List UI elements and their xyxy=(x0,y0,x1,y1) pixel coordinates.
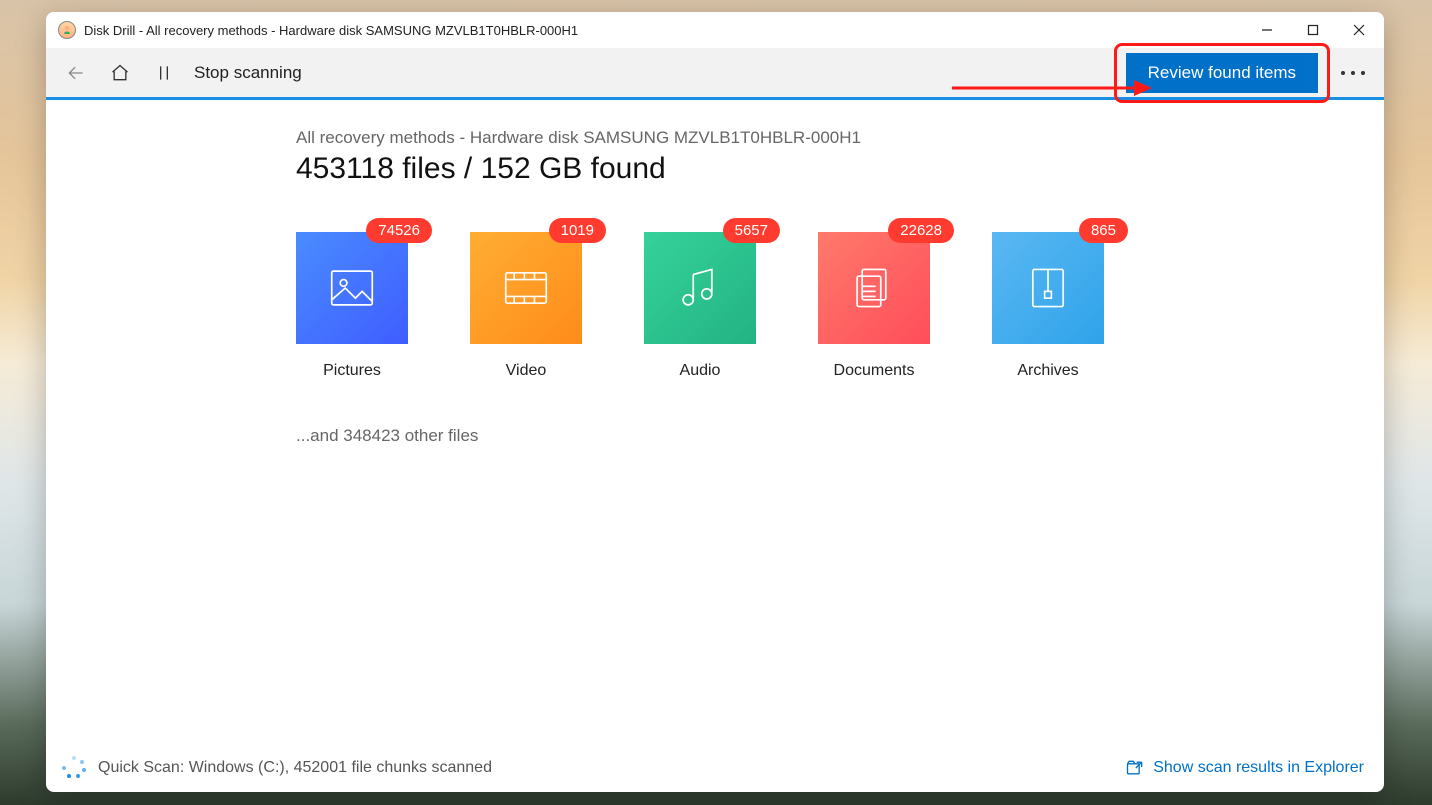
pause-button[interactable] xyxy=(144,53,184,93)
documents-label: Documents xyxy=(834,362,915,380)
audio-count-badge: 5657 xyxy=(723,218,780,243)
stop-scanning-label[interactable]: Stop scanning xyxy=(194,63,302,83)
found-summary: 453118 files / 152 GB found xyxy=(296,152,1384,186)
category-audio[interactable]: 5657 Audio xyxy=(644,232,756,380)
category-archives[interactable]: 865 Archives xyxy=(992,232,1104,380)
maximize-button[interactable] xyxy=(1290,12,1336,48)
close-button[interactable] xyxy=(1336,12,1382,48)
app-icon xyxy=(58,21,76,39)
documents-icon xyxy=(847,261,901,315)
pictures-tile: 74526 xyxy=(296,232,408,344)
more-menu-button[interactable] xyxy=(1332,53,1374,93)
home-button[interactable] xyxy=(100,53,140,93)
explorer-icon xyxy=(1125,758,1145,778)
archives-icon xyxy=(1021,261,1075,315)
toolbar: Stop scanning Review found items xyxy=(46,48,1384,100)
archives-count-badge: 865 xyxy=(1079,218,1128,243)
show-in-explorer-link[interactable]: Show scan results in Explorer xyxy=(1125,758,1364,778)
audio-icon xyxy=(673,261,727,315)
breadcrumb: All recovery methods - Hardware disk SAM… xyxy=(296,128,1384,148)
pictures-icon xyxy=(325,261,379,315)
audio-tile: 5657 xyxy=(644,232,756,344)
category-documents[interactable]: 22628 Documents xyxy=(818,232,930,380)
title-left: Disk Drill - All recovery methods - Hard… xyxy=(58,21,578,39)
video-count-badge: 1019 xyxy=(549,218,606,243)
status-text: Quick Scan: Windows (C:), 452001 file ch… xyxy=(98,759,492,777)
documents-tile: 22628 xyxy=(818,232,930,344)
back-button[interactable] xyxy=(56,53,96,93)
window-title: Disk Drill - All recovery methods - Hard… xyxy=(84,23,578,38)
explorer-link-text: Show scan results in Explorer xyxy=(1153,759,1364,777)
review-button-wrap: Review found items xyxy=(1126,53,1318,93)
title-bar: Disk Drill - All recovery methods - Hard… xyxy=(46,12,1384,48)
archives-label: Archives xyxy=(1017,362,1078,380)
status-bar: Quick Scan: Windows (C:), 452001 file ch… xyxy=(46,744,1384,792)
minimize-button[interactable] xyxy=(1244,12,1290,48)
video-icon xyxy=(499,261,553,315)
audio-label: Audio xyxy=(680,362,721,380)
pictures-count-badge: 74526 xyxy=(366,218,432,243)
main-content: All recovery methods - Hardware disk SAM… xyxy=(46,100,1384,744)
spinner-icon xyxy=(62,756,86,780)
documents-count-badge: 22628 xyxy=(888,218,954,243)
pictures-label: Pictures xyxy=(323,362,381,380)
other-files-text: ...and 348423 other files xyxy=(296,426,1384,446)
review-found-items-button[interactable]: Review found items xyxy=(1126,53,1318,93)
app-window: Disk Drill - All recovery methods - Hard… xyxy=(46,12,1384,792)
category-video[interactable]: 1019 Video xyxy=(470,232,582,380)
status-left: Quick Scan: Windows (C:), 452001 file ch… xyxy=(62,756,492,780)
video-tile: 1019 xyxy=(470,232,582,344)
window-controls xyxy=(1244,12,1382,48)
category-pictures[interactable]: 74526 Pictures xyxy=(296,232,408,380)
archives-tile: 865 xyxy=(992,232,1104,344)
category-row: 74526 Pictures 1019 Video 5657 xyxy=(296,232,1384,380)
video-label: Video xyxy=(506,362,547,380)
